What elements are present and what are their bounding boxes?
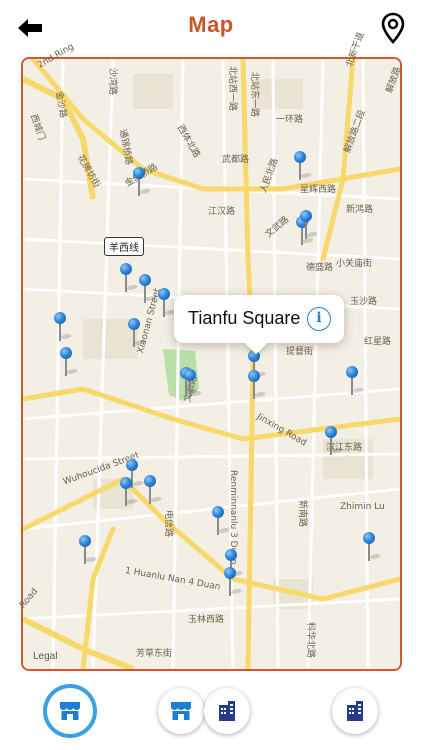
tab-building-2[interactable] — [332, 688, 378, 734]
callout-title: Tianfu Square — [188, 308, 301, 328]
info-icon[interactable]: i — [307, 307, 331, 331]
map-pin[interactable] — [79, 535, 99, 565]
map-pin[interactable] — [212, 506, 232, 536]
map-pin[interactable] — [60, 347, 80, 377]
street-label: 玉沙路 — [350, 297, 378, 307]
map-pin[interactable] — [133, 167, 153, 197]
street-label: 星辉西路 — [300, 185, 337, 195]
street-label: 新南路 — [297, 500, 307, 528]
storefront-icon — [171, 702, 191, 720]
street-label: 沙湾路 — [107, 68, 117, 96]
street-label: 北站东一路 — [249, 72, 259, 118]
tab-storefront-1[interactable] — [47, 688, 93, 734]
street-label: 新鸿路 — [346, 205, 374, 215]
street-label: 武都路 — [222, 155, 250, 165]
callout[interactable]: Tianfu Square i — [174, 295, 344, 343]
location-button[interactable] — [380, 12, 406, 44]
building-icon — [219, 701, 235, 721]
street-label: 北站西一路 — [227, 66, 237, 112]
map-pin[interactable] — [120, 477, 140, 507]
map-pin[interactable] — [144, 475, 164, 505]
map-pin[interactable] — [224, 567, 244, 597]
map-pin[interactable] — [158, 288, 178, 318]
map-pin-outline-icon — [381, 12, 405, 44]
street-label: 红星路 — [364, 337, 392, 347]
street-label: 科华北路 — [305, 622, 315, 659]
map-pin[interactable] — [120, 263, 140, 293]
street-label: 芳草东街 — [136, 649, 173, 659]
line-label: 羊西线 — [104, 237, 144, 256]
building-icon — [347, 701, 363, 721]
street-label: 一环路 — [276, 115, 304, 125]
map-pin[interactable] — [128, 318, 148, 348]
map-pin[interactable] — [184, 369, 204, 399]
map-pin[interactable] — [248, 370, 268, 400]
street-label: 德盛路 — [306, 263, 334, 273]
map-pin[interactable] — [325, 426, 345, 456]
street-label: 江汉路 — [208, 207, 236, 217]
street-label: 小关庙街 — [336, 259, 373, 269]
legal-link[interactable]: Legal — [33, 651, 57, 662]
street-label: 玉林西路 — [188, 615, 225, 625]
map-pin[interactable] — [300, 210, 320, 240]
street-label: Zhimin Lu — [340, 502, 385, 512]
storefront-icon — [60, 702, 80, 720]
tab-storefront-2[interactable] — [158, 688, 204, 734]
street-label: 提督街 — [286, 347, 314, 357]
map-pin[interactable] — [54, 312, 74, 342]
map-pin[interactable] — [346, 366, 366, 396]
street-label: 电信路 — [163, 510, 173, 538]
map-pin[interactable] — [363, 532, 383, 562]
map-pin[interactable] — [139, 274, 159, 304]
tab-building-1[interactable] — [204, 688, 250, 734]
map-pin[interactable] — [294, 151, 314, 181]
